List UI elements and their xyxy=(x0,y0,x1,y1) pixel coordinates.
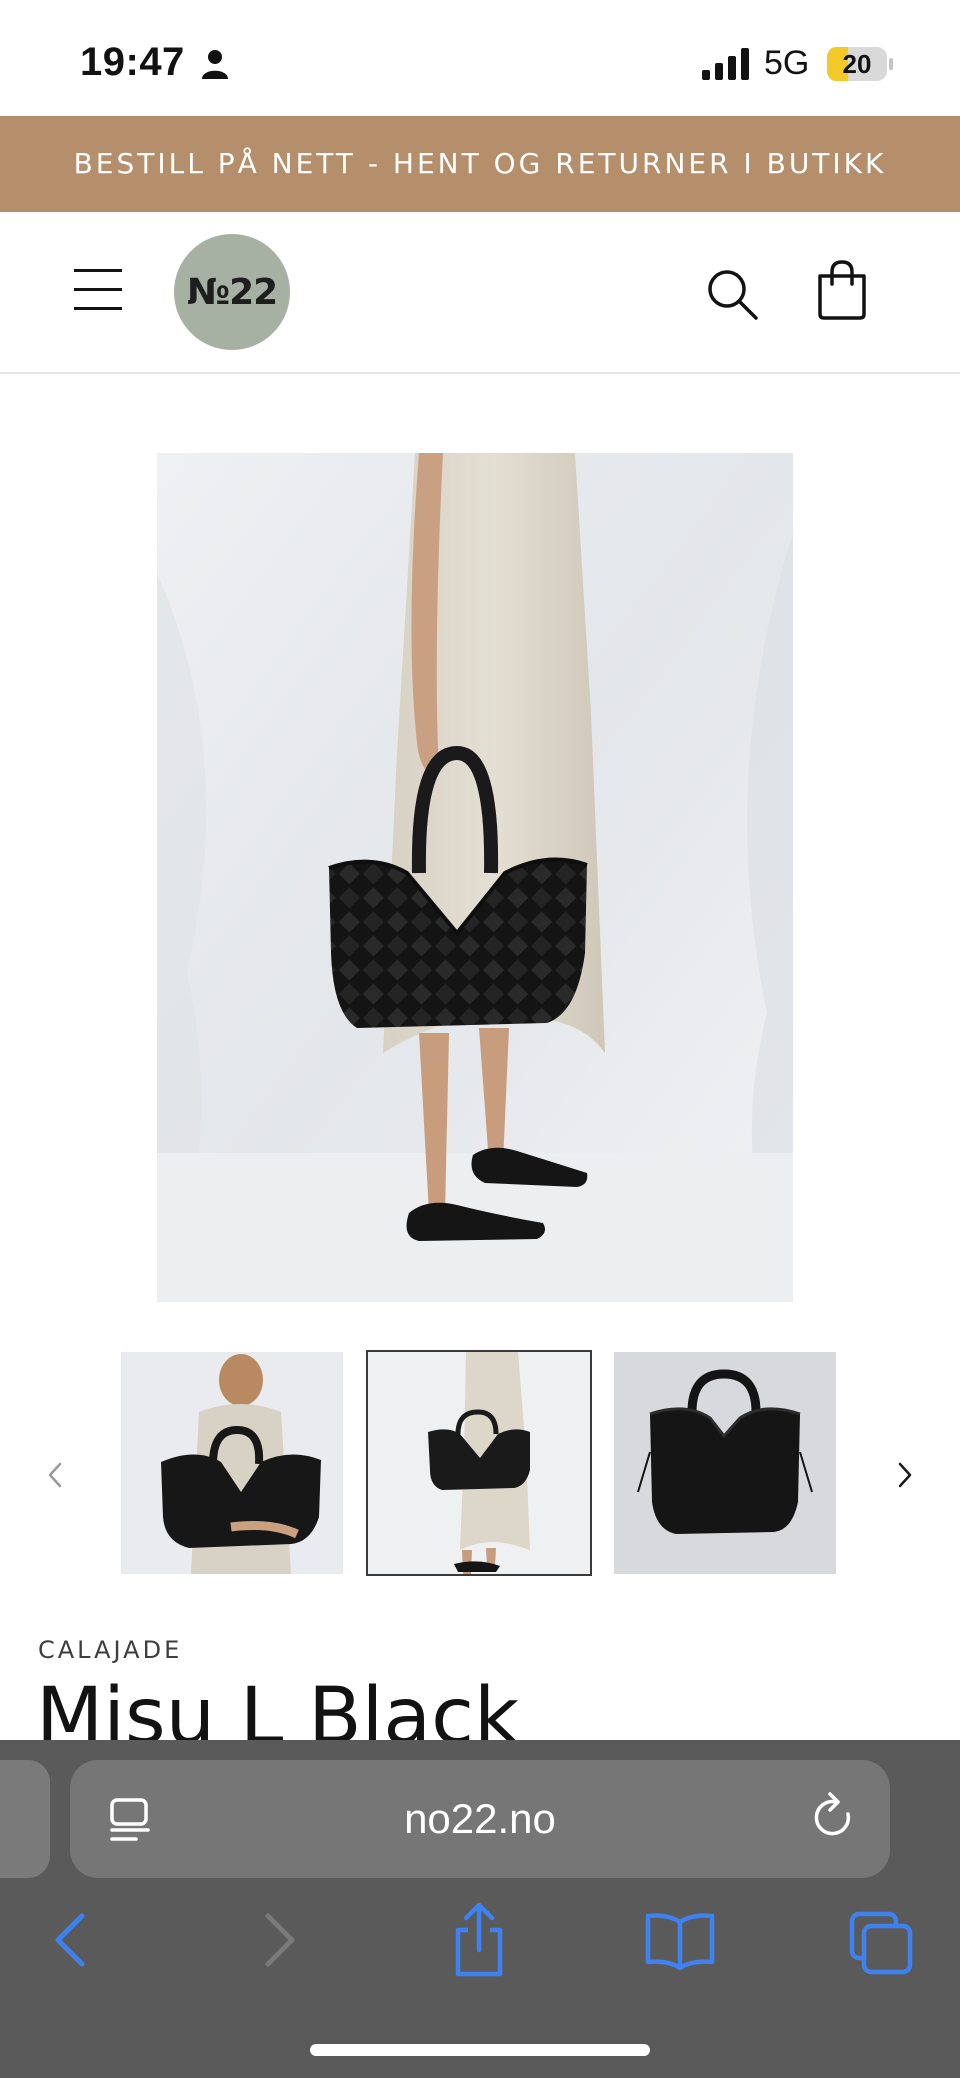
status-time: 19:47 xyxy=(80,40,185,84)
thumbnail-2-selected[interactable] xyxy=(366,1350,592,1576)
bookmarks-icon[interactable] xyxy=(640,1900,720,1980)
share-icon[interactable] xyxy=(444,1900,514,1980)
site-logo[interactable]: №22 xyxy=(174,234,290,350)
signal-icon xyxy=(702,48,749,80)
menu-icon[interactable] xyxy=(70,264,126,314)
thumbnail-1[interactable] xyxy=(121,1352,343,1574)
search-icon[interactable] xyxy=(704,266,760,322)
home-indicator[interactable] xyxy=(310,2044,650,2056)
site-header: №22 xyxy=(0,212,960,374)
cart-icon[interactable] xyxy=(814,258,870,322)
reload-icon[interactable] xyxy=(808,1790,858,1844)
status-bar: 19:47 5G 20 xyxy=(0,0,960,116)
logo-text: №22 xyxy=(186,271,278,313)
battery-icon: 20 xyxy=(826,46,894,82)
chevron-left-icon[interactable] xyxy=(38,1458,72,1492)
url-text[interactable]: no22.no xyxy=(70,1760,890,1878)
chevron-right-icon[interactable] xyxy=(888,1458,922,1492)
back-icon[interactable] xyxy=(44,1900,100,1980)
announcement-bar: BESTILL PÅ NETT - HENT OG RETURNER I BUT… xyxy=(0,116,960,212)
product-vendor: CALAJADE xyxy=(38,1636,183,1664)
product-main-image[interactable] xyxy=(157,453,793,1302)
tabs-icon[interactable] xyxy=(846,1900,916,1980)
person-icon xyxy=(202,50,228,79)
network-type: 5G xyxy=(764,44,810,82)
announcement-text: BESTILL PÅ NETT - HENT OG RETURNER I BUT… xyxy=(73,147,887,180)
thumbnail-3[interactable] xyxy=(614,1352,836,1574)
previous-tab-stub[interactable] xyxy=(0,1760,50,1878)
battery-level: 20 xyxy=(842,49,872,79)
forward-icon[interactable] xyxy=(250,1900,306,1980)
